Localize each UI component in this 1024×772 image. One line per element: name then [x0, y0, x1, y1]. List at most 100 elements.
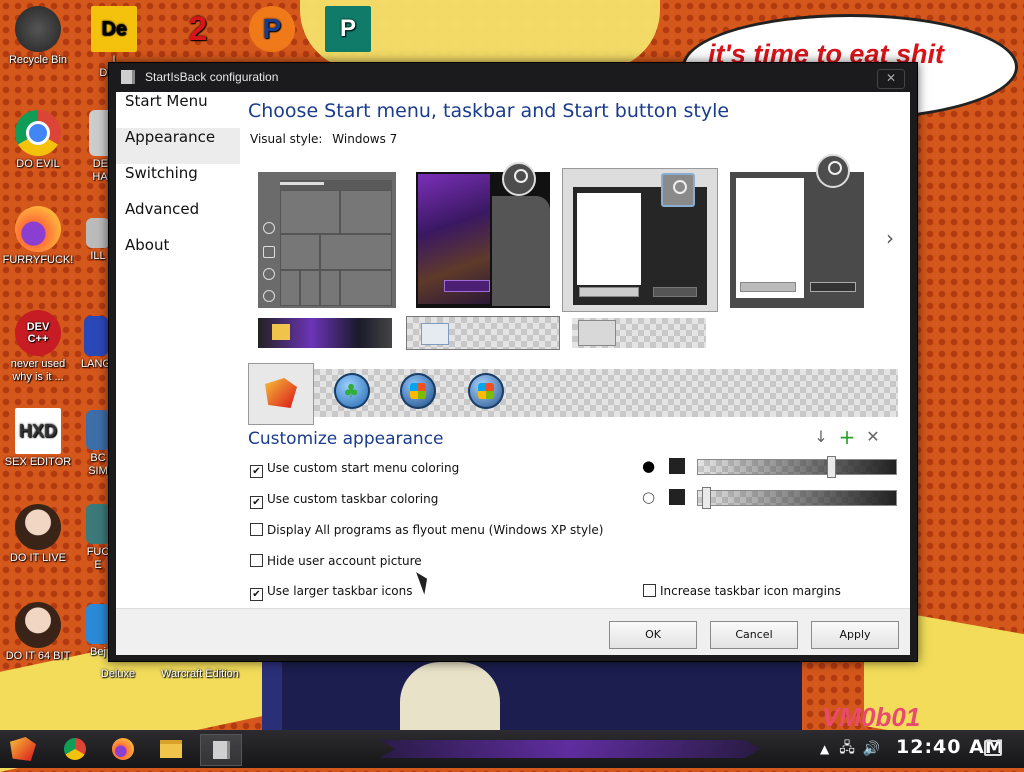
desktop-icon-warcraft-label[interactable]: Warcraft Edition [150, 668, 250, 681]
windows-logo-icon [410, 383, 426, 399]
orb-style-clover[interactable]: ♣ [334, 373, 370, 409]
volume-icon[interactable]: 🔊 [863, 741, 880, 757]
power-icon [263, 290, 275, 302]
download-icon[interactable]: ↓ [812, 428, 830, 446]
taskbar-style-custom[interactable] [258, 318, 392, 348]
checkbox-checked[interactable]: ✔ [250, 496, 263, 509]
orb-style-custom-selected[interactable] [248, 363, 314, 425]
title-bar[interactable]: StartIsBack configuration ✕ [109, 63, 917, 91]
taskbar-chrome[interactable] [60, 734, 90, 764]
app-icon: De [91, 6, 137, 52]
checkbox-unchecked[interactable] [643, 584, 656, 597]
nav-advanced[interactable]: Advanced [116, 200, 240, 236]
option-flyout-menu[interactable]: Display All programs as flyout menu (Win… [250, 523, 603, 537]
portrait-icon [15, 504, 61, 550]
start-menu-opacity-slider[interactable] [697, 456, 897, 478]
desktop-icon-label: Deluxe [100, 668, 136, 680]
devcpp-icon: DEV C++ [15, 310, 61, 356]
checkbox-unchecked[interactable] [250, 523, 263, 536]
show-hidden-icons-icon[interactable]: ▲ [820, 742, 829, 756]
desktop-icon-publisher[interactable]: P [310, 6, 386, 54]
window-title: StartIsBack configuration [145, 70, 279, 84]
taskbar-file-explorer[interactable] [156, 734, 186, 764]
user-icon [263, 222, 275, 234]
wallpaper-watermark: VM0b01 [822, 702, 921, 732]
close-button[interactable]: ✕ [877, 69, 905, 89]
app-icon [84, 316, 108, 356]
style-thumbnail-windows-10[interactable] [258, 172, 396, 308]
nav-about[interactable]: About [116, 236, 240, 272]
desktop-icon-chrome[interactable]: DO EVIL [0, 110, 76, 171]
taskbar-color-swatch[interactable] [669, 489, 685, 505]
orb-style-windows-7[interactable] [400, 373, 436, 409]
shutdown-button-preview [653, 287, 697, 297]
style-thumbnail-windows-7-selected[interactable] [562, 168, 718, 312]
style-thumbnail-windows-vista[interactable] [730, 154, 864, 308]
notifications-icon[interactable] [984, 740, 1002, 756]
style-thumbnail-custom-skin[interactable] [416, 162, 550, 308]
tile-grid [280, 180, 392, 306]
user-avatar-icon [661, 173, 695, 207]
apply-button[interactable]: Apply [811, 621, 899, 649]
appearance-panel: Choose Start menu, taskbar and Start but… [240, 92, 910, 608]
app-icon [86, 410, 110, 450]
desktop-icon-recycle-bin[interactable]: Recycle Bin [0, 6, 76, 67]
visual-style-value: Windows 7 [332, 132, 398, 146]
taskbar-opacity-slider[interactable] [697, 487, 897, 509]
remove-icon[interactable]: ✕ [864, 428, 882, 446]
option-larger-taskbar-icons[interactable]: ✔ Use larger taskbar icons [250, 584, 413, 601]
checkbox-checked[interactable]: ✔ [250, 588, 263, 601]
nav-appearance[interactable]: Appearance [116, 128, 240, 164]
start-button[interactable] [8, 734, 38, 764]
taskbar-startisback-config[interactable] [200, 734, 242, 766]
add-icon[interactable]: + [838, 427, 856, 447]
page-title: Choose Start menu, taskbar and Start but… [248, 100, 730, 122]
desktop-icon-app-p[interactable]: P [234, 6, 310, 54]
clover-icon: ♣ [343, 381, 360, 402]
option-increase-icon-margins[interactable]: Increase taskbar icon margins [643, 584, 841, 598]
startisback-dialog: StartIsBack configuration ✕ Start Menu A… [108, 62, 918, 662]
option-label: Hide user account picture [267, 554, 422, 568]
ok-button[interactable]: OK [609, 621, 697, 649]
taskbar-firefox[interactable] [108, 734, 138, 764]
start-button-style-strip: ♣ [248, 363, 898, 425]
option-label: Increase taskbar icon margins [660, 584, 841, 598]
folder-icon [578, 320, 616, 346]
taskbar-style-windows-7-selected[interactable] [406, 316, 560, 350]
folder-icon [160, 740, 182, 758]
orb-style-windows-vista[interactable] [468, 373, 504, 409]
gear-icon [263, 268, 275, 280]
slider-gradient [698, 460, 896, 474]
checkbox-unchecked[interactable] [250, 554, 263, 567]
desktop-icon-label: Recycle Bin [8, 54, 68, 66]
taskbar-style-windows-vista[interactable] [572, 318, 706, 348]
slider-thumb[interactable] [702, 487, 711, 509]
shutdown-button-preview [810, 282, 856, 292]
option-custom-start-menu-coloring[interactable]: ✔ Use custom start menu coloring [250, 461, 459, 478]
start-menu-color-swatch[interactable] [669, 458, 685, 474]
option-label: Display All programs as flyout menu (Win… [267, 523, 604, 537]
desktop-icon-deluxe-label[interactable]: Deluxe [80, 668, 156, 681]
app-icon [86, 504, 110, 544]
desktop-icon-label: DO EVIL [16, 158, 60, 170]
cancel-button[interactable]: Cancel [710, 621, 798, 649]
folder-icon [263, 246, 275, 258]
app-icon [86, 604, 110, 644]
option-hide-account-picture[interactable]: Hide user account picture [250, 554, 422, 568]
visual-style-row: Visual style: Windows 7 [250, 132, 403, 146]
dialog-client: Start Menu Appearance Switching Advanced… [116, 92, 910, 655]
app-icon [86, 218, 110, 248]
menu-left-pane [736, 178, 804, 298]
folder-icon [421, 323, 449, 345]
option-label: Use custom start menu coloring [267, 461, 460, 475]
desktop-icon-app-2[interactable]: 2 [160, 6, 236, 54]
nav-switching[interactable]: Switching [116, 164, 240, 200]
network-icon[interactable]: 🖧 [839, 737, 855, 761]
nav-start-menu[interactable]: Start Menu [116, 92, 240, 128]
next-styles-arrow[interactable]: › [886, 226, 894, 250]
windows-logo-icon [478, 383, 494, 399]
option-custom-taskbar-coloring[interactable]: ✔ Use custom taskbar coloring [250, 492, 438, 509]
custom-orb-icon [265, 378, 297, 408]
checkbox-checked[interactable]: ✔ [250, 465, 263, 478]
slider-thumb[interactable] [827, 456, 836, 478]
